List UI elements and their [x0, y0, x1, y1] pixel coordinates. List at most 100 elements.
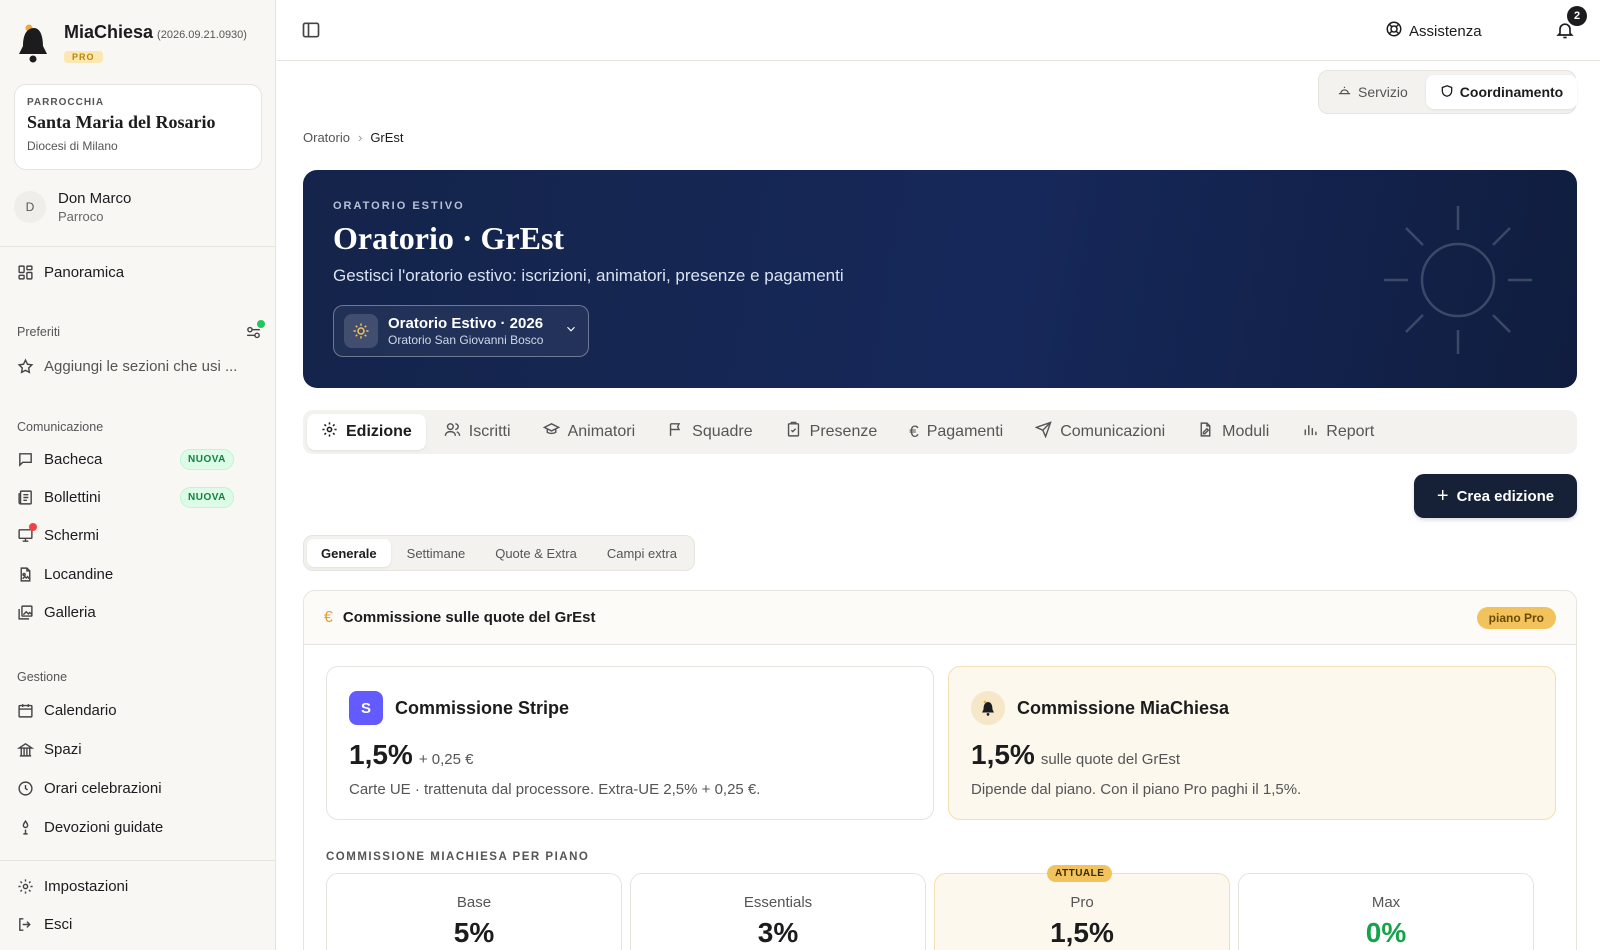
miachiesa-rate: 1,5%	[971, 739, 1035, 770]
subtab-quote-extra[interactable]: Quote & Extra	[481, 539, 591, 567]
card-description: Dipende dal piano. Con il piano Pro pagh…	[971, 781, 1302, 798]
plan-name: Base	[456, 894, 492, 911]
sidebar-item-calendario[interactable]: Calendario	[16, 694, 260, 726]
mode-service[interactable]: Servizio	[1323, 75, 1422, 109]
sidebar-item-spazi[interactable]: Spazi	[16, 733, 260, 765]
mode-coordination[interactable]: Coordinamento	[1425, 75, 1578, 109]
sidebar-item-settings[interactable]: Impostazioni	[16, 870, 260, 902]
new-badge: NUOVA	[180, 486, 234, 508]
sidebar-item-label: Galleria	[44, 603, 96, 621]
section-tabs: Edizione Iscritti Animatori Squadre Pres…	[303, 410, 1577, 454]
newspaper-icon	[16, 488, 34, 506]
sidebar-item-label: Locandine	[44, 565, 114, 583]
sidebar-item-label: Calendario	[44, 701, 117, 719]
euro-icon: €	[909, 422, 919, 441]
tab-label: Report	[1326, 423, 1375, 440]
sidebar-item-bacheca[interactable]: Bacheca NUOVA	[16, 443, 260, 475]
sidebar-item-label: Bollettini	[44, 488, 101, 506]
subtab-generale[interactable]: Generale	[307, 539, 391, 567]
breadcrumb-current: GrEst	[370, 130, 404, 145]
bell-icon	[1555, 23, 1575, 44]
tab-label: Edizione	[346, 423, 412, 440]
sidebar-item-favorites-hint[interactable]: Aggiungi le sezioni che usi ...	[16, 350, 260, 382]
sidebar-item-label: Schermi	[44, 526, 100, 544]
plan-card-max: Max 0%	[1238, 873, 1534, 950]
parish-card[interactable]: PARROCCHIA Santa Maria del Rosario Dioce…	[14, 84, 262, 170]
message-icon	[16, 450, 34, 468]
user-name: Don Marco	[58, 190, 132, 207]
user-role: Parroco	[58, 209, 104, 224]
card-title: Commissione Stripe	[395, 697, 570, 718]
sidebar-item-galleria[interactable]: Galleria	[16, 596, 260, 628]
logout-icon	[16, 915, 34, 933]
sidebar-item-locandine[interactable]: Locandine	[16, 558, 260, 590]
brand[interactable]: MiaChiesa (2026.09.21.0930) PRO	[16, 20, 247, 64]
plan-tag: PRO	[64, 51, 103, 63]
favorites-hint: Aggiungi le sezioni che usi ...	[44, 357, 238, 375]
plan-name: Essentials	[743, 894, 813, 911]
sidebar-item-orari[interactable]: Orari celebrazioni	[16, 772, 260, 804]
subtab-campi-extra[interactable]: Campi extra	[593, 539, 691, 567]
tab-label: Presenze	[809, 423, 878, 440]
sidebar-item-bollettini[interactable]: Bollettini NUOVA	[16, 481, 260, 513]
star-icon	[16, 357, 34, 375]
tab-edizione[interactable]: Edizione	[307, 414, 426, 450]
create-edition-button[interactable]: + Crea edizione	[1414, 474, 1577, 518]
section-favorites: Preferiti	[17, 325, 61, 339]
stripe-icon: S	[349, 691, 383, 725]
plus-icon: +	[1436, 484, 1449, 507]
card-description: Carte UE · trattenuta dal processore. Ex…	[349, 781, 761, 798]
tab-iscritti[interactable]: Iscritti	[430, 414, 525, 450]
tab-animatori[interactable]: Animatori	[529, 414, 650, 450]
miachiesa-scope: sulle quote del GrEst	[1040, 751, 1181, 768]
tab-label: Squadre	[692, 423, 753, 440]
notifications-button[interactable]: 2	[1555, 6, 1587, 44]
gallery-icon	[16, 603, 34, 621]
file-image-icon	[16, 565, 34, 583]
tab-report[interactable]: Report	[1287, 414, 1388, 450]
tab-pagamenti[interactable]: € Pagamenti	[895, 414, 1017, 450]
panel-header: € Commissione sulle quote del GrEst pian…	[304, 591, 1576, 645]
app-version: (2026.09.21.0930)	[157, 29, 247, 41]
tab-label: Animatori	[567, 423, 636, 440]
tab-label: Comunicazioni	[1060, 423, 1166, 440]
subtab-settimane[interactable]: Settimane	[393, 539, 480, 567]
flag-icon	[667, 421, 684, 443]
edition-selector[interactable]: Oratorio Estivo · 2026 Oratorio San Giov…	[333, 305, 589, 357]
edition-subtitle: Oratorio San Giovanni Bosco	[388, 333, 544, 347]
chevron-right-icon: ›	[357, 130, 363, 145]
sidebar-item-label: Panoramica	[44, 263, 125, 281]
mode-service-label: Servizio	[1358, 84, 1408, 100]
page-title: Oratorio · GrEst	[333, 220, 565, 256]
alert-dot	[29, 523, 37, 531]
tab-presenze[interactable]: Presenze	[771, 414, 892, 450]
hero-subtitle: Gestisci l'oratorio estivo: iscrizioni, …	[333, 266, 844, 285]
help-button[interactable]: Assistenza	[1385, 20, 1482, 42]
breadcrumb-parent[interactable]: Oratorio	[303, 130, 350, 145]
sun-decoration-icon	[1384, 206, 1532, 354]
tab-squadre[interactable]: Squadre	[653, 414, 767, 450]
divider	[0, 860, 276, 861]
plan-rate: 3%	[757, 917, 799, 948]
sidebar-item-overview[interactable]: Panoramica	[16, 256, 260, 288]
plan-card-base: Base 5%	[326, 873, 622, 950]
sidebar-item-label: Devozioni guidate	[44, 818, 164, 836]
panel-title: Commissione sulle quote del GrEst	[342, 609, 596, 626]
subtabs: Generale Settimane Quote & Extra Campi e…	[303, 535, 695, 571]
sidebar-item-schermi[interactable]: Schermi	[16, 519, 260, 551]
shield-icon	[1440, 84, 1454, 101]
candle-icon	[16, 818, 34, 836]
divider	[0, 246, 276, 247]
top-bar: Assistenza 2	[277, 0, 1600, 61]
tab-moduli[interactable]: Moduli	[1183, 414, 1283, 450]
sidebar-item-logout[interactable]: Esci	[16, 908, 260, 940]
clock-icon	[16, 779, 34, 797]
tab-comunicazioni[interactable]: Comunicazioni	[1021, 414, 1179, 450]
user-profile[interactable]: D Don Marco Parroco	[14, 190, 131, 224]
sidebar-toggle-icon[interactable]	[301, 20, 321, 40]
sidebar-item-devozioni[interactable]: Devozioni guidate	[16, 811, 260, 843]
sliders-icon[interactable]	[244, 320, 265, 341]
parish-label: PARROCCHIA	[27, 97, 105, 108]
avatar: D	[14, 191, 46, 223]
tab-label: Iscritti	[468, 423, 511, 440]
